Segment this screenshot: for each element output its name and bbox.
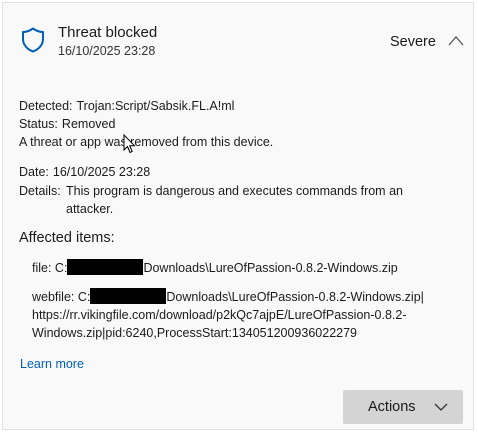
webfile-prefix: webfile: C: bbox=[32, 290, 91, 304]
actions-label: Actions bbox=[368, 399, 416, 415]
status-note: A threat or app was removed from this de… bbox=[19, 135, 274, 149]
file-path-prefix: file: C: bbox=[32, 261, 68, 275]
webfile-line-3: Windows.zip|pid:6240,ProcessStart:134051… bbox=[32, 326, 357, 340]
details-value: This program is dangerous and executes c… bbox=[66, 184, 403, 216]
actions-button[interactable]: Actions bbox=[343, 390, 463, 424]
status-label: Status: bbox=[19, 117, 58, 131]
learn-more-link[interactable]: Learn more bbox=[20, 357, 84, 371]
details-label: Details: bbox=[19, 184, 61, 198]
chevron-up-icon[interactable] bbox=[447, 34, 465, 48]
detected-row: Detected: Trojan:Script/Sabsik.FL.A!ml bbox=[19, 97, 459, 115]
webfile-line1-suffix: Downloads\LureOfPassion-0.8.2-Windows.zi… bbox=[166, 290, 424, 304]
webfile-line-2: https://rr.vikingfile.com/download/p2kQc… bbox=[32, 308, 407, 322]
date-row: Date: 16/10/2025 23:28 bbox=[19, 163, 459, 181]
threat-header[interactable]: Threat blocked 16/10/2025 23:28 Severe bbox=[3, 3, 473, 63]
chevron-down-icon bbox=[434, 403, 448, 411]
detected-value: Trojan:Script/Sabsik.FL.A!ml bbox=[76, 99, 235, 113]
date-label: Date: bbox=[19, 165, 49, 179]
threat-card: Threat blocked 16/10/2025 23:28 Severe D… bbox=[2, 2, 474, 430]
threat-title: Threat blocked bbox=[58, 24, 158, 41]
date-value: 16/10/2025 23:28 bbox=[52, 165, 151, 179]
file-path-suffix: Downloads\LureOfPassion-0.8.2-Windows.zi… bbox=[143, 261, 398, 275]
redaction-bar bbox=[67, 259, 144, 275]
detected-label: Detected: bbox=[19, 99, 73, 113]
affected-item-file: file: C: Downloads\LureOfPassion-0.8.2-Wi… bbox=[32, 259, 398, 277]
affected-items-title: Affected items: bbox=[19, 230, 115, 246]
status-row: Status: Removed bbox=[19, 115, 459, 133]
threat-timestamp: 16/10/2025 23:28 bbox=[58, 44, 156, 58]
severity-label: Severe bbox=[390, 34, 436, 50]
status-value: Removed bbox=[61, 117, 116, 131]
affected-item-webfile: webfile: C: Downloads\LureOfPassion-0.8.2… bbox=[32, 288, 424, 342]
shield-icon bbox=[22, 27, 44, 53]
webfile-line-1: webfile: C: Downloads\LureOfPassion-0.8.2… bbox=[32, 288, 424, 306]
redaction-bar bbox=[90, 288, 167, 304]
mouse-cursor-icon bbox=[123, 134, 136, 154]
threat-details: Detected: Trojan:Script/Sabsik.FL.A!ml St… bbox=[19, 97, 459, 181]
